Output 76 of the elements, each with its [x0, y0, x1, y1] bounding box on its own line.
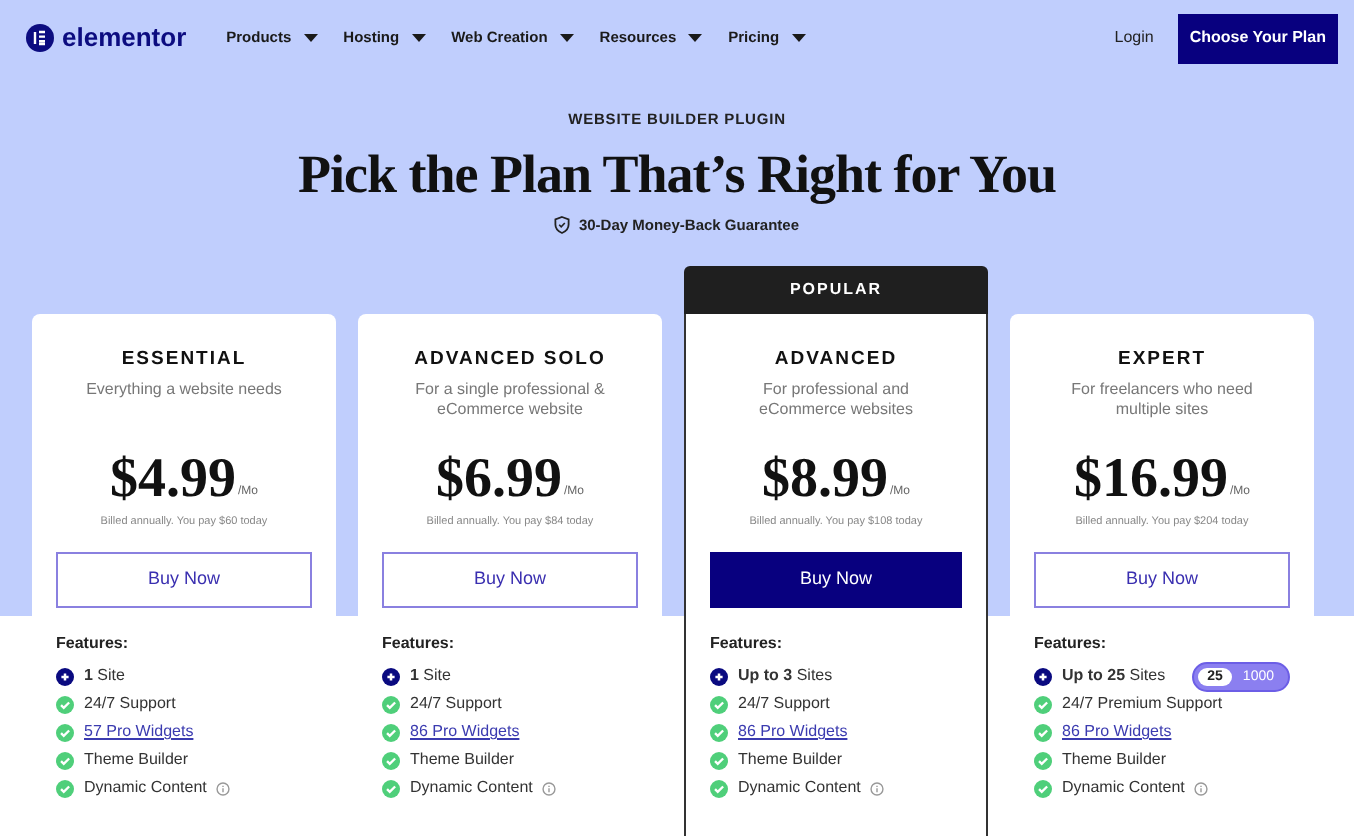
feature-text: 24/7 Support — [738, 692, 830, 716]
login-link[interactable]: Login — [1114, 26, 1154, 50]
caret-icon — [303, 34, 318, 42]
caret-icon — [559, 34, 574, 42]
check-circle-icon — [56, 723, 74, 741]
feature-text: Dynamic Content — [84, 776, 207, 800]
check-circle-icon — [1034, 723, 1052, 741]
plus-circle-icon — [56, 667, 74, 685]
widgets-link[interactable]: 86 Pro Widgets — [738, 720, 848, 744]
feature-text: Up to 25 Sites — [1062, 664, 1166, 688]
plan-description: Everything a website needs — [84, 379, 284, 402]
feature-text: Theme Builder — [410, 748, 515, 772]
feature-text: 24/7 Premium Support — [1062, 692, 1223, 716]
plan-price: $16.99 — [1073, 451, 1228, 508]
buy-now-button[interactable]: Buy Now — [56, 552, 312, 608]
logo-icon — [26, 24, 54, 52]
check-circle-icon — [1034, 779, 1052, 797]
caret-icon — [791, 34, 806, 42]
plus-circle-icon — [382, 667, 400, 685]
check-circle-icon — [382, 695, 400, 713]
widgets-link[interactable]: 86 Pro Widgets — [410, 720, 520, 744]
info-icon — [542, 781, 557, 795]
features-heading: Features: — [1034, 632, 1109, 656]
check-circle-icon — [382, 723, 400, 741]
feature-text: Theme Builder — [738, 748, 843, 772]
feature-text: 24/7 Support — [410, 692, 502, 716]
logo-text[interactable]: elementor — [62, 18, 187, 58]
plan-name: ADVANCED — [774, 345, 898, 373]
feature-text: Theme Builder — [1062, 748, 1167, 772]
widgets-link[interactable]: 86 Pro Widgets — [1062, 720, 1172, 744]
check-circle-icon — [710, 695, 728, 713]
buy-now-button[interactable]: Buy Now — [710, 552, 962, 608]
plan-description: For professional and eCommerce websites — [757, 379, 915, 422]
caret-icon — [411, 34, 426, 42]
caret-icon — [688, 34, 703, 42]
feature-text: Dynamic Content — [1062, 776, 1185, 800]
check-circle-icon — [710, 751, 728, 769]
features-heading: Features: — [710, 632, 785, 656]
info-icon — [1194, 781, 1209, 795]
plus-circle-icon — [1034, 667, 1052, 685]
feature-text: Dynamic Content — [410, 776, 533, 800]
check-circle-icon — [382, 751, 400, 769]
check-circle-icon — [710, 723, 728, 741]
buy-now-button[interactable]: Buy Now — [382, 552, 638, 608]
info-icon — [216, 781, 231, 795]
shield-icon — [554, 216, 571, 235]
plan-price: $4.99 — [109, 451, 236, 508]
plan-description: For freelancers who need multiple sites — [1069, 379, 1255, 422]
plan-description: For a single professional & eCommerce website — [413, 379, 607, 422]
check-circle-icon — [56, 695, 74, 713]
check-circle-icon — [56, 751, 74, 769]
widgets-link[interactable]: 57 Pro Widgets — [84, 720, 194, 744]
plan-name: EXPERT — [1117, 345, 1206, 373]
feature-text: Up to 3 Sites — [738, 664, 833, 688]
popular-banner: POPULAR — [684, 265, 988, 313]
choose-plan-button[interactable]: Choose Your Plan — [1177, 13, 1338, 63]
buy-now-button[interactable]: Buy Now — [1034, 552, 1290, 608]
check-circle-icon — [56, 779, 74, 797]
features-heading: Features: — [56, 632, 131, 656]
feature-text: 24/7 Support — [84, 692, 176, 716]
feature-text: 1 Site — [410, 664, 451, 688]
info-icon — [870, 781, 885, 795]
check-circle-icon — [710, 779, 728, 797]
feature-text: 1 Site — [84, 664, 125, 688]
feature-text: Theme Builder — [84, 748, 189, 772]
plan-name: ADVANCED SOLO — [414, 345, 606, 373]
plus-circle-icon — [710, 667, 728, 685]
plan-price: $8.99 — [761, 451, 888, 508]
check-circle-icon — [1034, 751, 1052, 769]
plan-name: ESSENTIAL — [121, 345, 247, 373]
feature-text: Dynamic Content — [738, 776, 861, 800]
page-title: Pick the Plan That’s Right for You — [297, 144, 1057, 205]
check-circle-icon — [382, 779, 400, 797]
features-heading: Features: — [382, 632, 457, 656]
plan-price: $6.99 — [435, 451, 562, 508]
check-circle-icon — [1034, 695, 1052, 713]
